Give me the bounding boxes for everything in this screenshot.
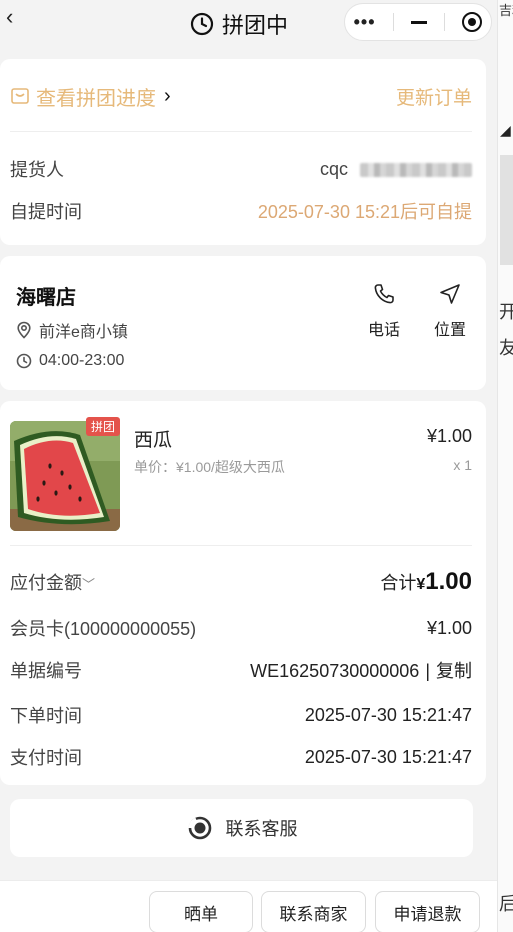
payable-label: 应付金额: [10, 573, 82, 593]
more-dots-icon[interactable]: •••: [354, 12, 376, 33]
chevron-down-icon: ﹀: [82, 577, 96, 592]
group-buy-tag: 拼团: [86, 417, 121, 436]
call-store-button[interactable]: 电话: [359, 282, 409, 340]
pay-time-row: 支付时间 2025-07-30 15:21:47: [10, 743, 472, 771]
divider: [10, 545, 472, 546]
store-address: 前洋e商小镇: [39, 324, 128, 341]
share-order-button[interactable]: 晒单: [149, 891, 253, 932]
pickup-info-card: 查看拼团进度 › 更新订单 提货人 cqc 自提时间 2025-07-30 15…: [0, 59, 486, 245]
pickup-time-label: 自提时间: [10, 202, 82, 222]
edge-image-block: [500, 155, 513, 265]
order-number-value: WE16250730000006: [250, 661, 420, 681]
product-quantity: x 1: [453, 457, 472, 473]
chevron-left-icon[interactable]: ‹: [6, 4, 13, 30]
picker-row: 提货人 cqc: [10, 156, 472, 182]
product-image[interactable]: [10, 421, 120, 531]
store-address-row: 前洋e商小镇: [16, 318, 128, 342]
nav-bar: ‹ 拼团中 •••: [0, 0, 497, 46]
picker-value: cqc: [320, 159, 472, 180]
headset-icon: [188, 816, 211, 840]
navigation-arrow-icon: [440, 284, 460, 304]
product-price: ¥1.00: [426, 426, 472, 446]
pickup-time-row: 自提时间 2025-07-30 15:21后可自提: [10, 198, 472, 224]
phone-icon: [374, 284, 394, 304]
location-label: 位置: [433, 322, 466, 339]
member-card-label: 会员卡(100000000055): [10, 619, 197, 639]
masked-phone: [360, 162, 472, 177]
member-card-value: ¥1.00: [426, 617, 472, 638]
order-number-value-group: WE16250730000006 | 复制: [250, 657, 472, 683]
picker-name: cqc: [319, 158, 348, 179]
payable-row: 应付金额﹀ 合计¥1.00: [10, 568, 472, 596]
order-time-label: 下单时间: [10, 706, 82, 726]
order-number-row: 单据编号 WE16250730000006 | 复制: [10, 656, 472, 684]
total-label: 合计: [380, 573, 417, 593]
order-box-icon: [11, 88, 29, 104]
store-name: 海曙店: [16, 287, 76, 309]
edge-char: 友: [499, 334, 513, 360]
picker-label: 提货人: [10, 160, 64, 180]
order-number-label: 单据编号: [10, 661, 82, 681]
update-order-button[interactable]: 更新订单: [396, 83, 472, 110]
view-progress-link[interactable]: 查看拼团进度 ›: [10, 82, 171, 111]
edge-top-text: 吉利: [499, 3, 513, 18]
order-time-value: 2025-07-30 15:21:47: [304, 704, 472, 725]
adjacent-window-edge: 吉利 ◢ 开 友 后: [497, 0, 513, 932]
store-hours: 04:00-23:00: [39, 352, 125, 369]
view-progress-label: 查看拼团进度: [36, 87, 156, 110]
chevron-right-icon: ›: [164, 84, 171, 107]
contact-merchant-button[interactable]: 联系商家: [261, 891, 366, 932]
edge-char: 后: [499, 890, 513, 916]
capsule-divider: [444, 13, 446, 31]
pay-time-label: 支付时间: [10, 748, 82, 768]
progress-row: 查看拼团进度 › 更新订单: [10, 81, 472, 111]
contact-service-button[interactable]: 联系客服: [10, 799, 473, 857]
capsule-divider: [392, 13, 394, 31]
member-card-row: 会员卡(100000000055) ¥1.00: [10, 614, 472, 642]
pickup-time-value: 2025-07-30 15:21后可自提: [257, 202, 472, 222]
total-value: 合计¥1.00: [380, 568, 472, 596]
refund-button[interactable]: 申请退款: [375, 891, 480, 932]
copy-button[interactable]: 复制: [436, 661, 472, 681]
payable-toggle[interactable]: 应付金额﹀: [10, 569, 95, 595]
page-title: 拼团中: [190, 8, 288, 40]
mini-program-capsule: •••: [344, 3, 492, 41]
watermelon-image: [10, 421, 120, 531]
minimize-icon[interactable]: [410, 20, 427, 24]
call-label: 电话: [367, 322, 400, 339]
total-currency: ¥: [416, 576, 426, 593]
bottom-action-bar: 晒单 联系商家 申请退款: [0, 880, 497, 932]
order-detail-card: 拼团 西瓜 ¥1.00 单价：¥1.00/超级大西瓜 x 1 应付金额﹀ 合计¥…: [0, 401, 486, 785]
product-unit-price: 单价：¥1.00/超级大西瓜: [134, 459, 285, 475]
location-pin-icon: [17, 321, 31, 339]
total-amount: 1.00: [425, 568, 472, 595]
store-hours-row: 04:00-23:00: [16, 352, 124, 370]
clock-icon: [16, 353, 32, 369]
divider: [10, 131, 472, 132]
pay-time-value: 2025-07-30 15:21:47: [304, 746, 472, 767]
eraser-icon: ◢: [500, 122, 511, 138]
page-title-text: 拼团中: [222, 13, 289, 38]
clock-icon: [190, 12, 214, 36]
product-name: 西瓜: [134, 430, 173, 451]
store-location-button[interactable]: 位置: [425, 282, 475, 340]
store-card: 海曙店 前洋e商小镇 04:00-23:00 电话 位置: [0, 256, 486, 390]
copy-separator: |: [425, 661, 430, 681]
order-page: ‹ 拼团中 ••• 查看拼团进度 › 更新订单 提货人 cqc 自提时间 202…: [0, 0, 497, 932]
edge-char: 开: [499, 298, 513, 324]
target-icon[interactable]: [462, 12, 483, 32]
order-time-row: 下单时间 2025-07-30 15:21:47: [10, 701, 472, 729]
contact-service-label: 联系客服: [225, 819, 298, 839]
